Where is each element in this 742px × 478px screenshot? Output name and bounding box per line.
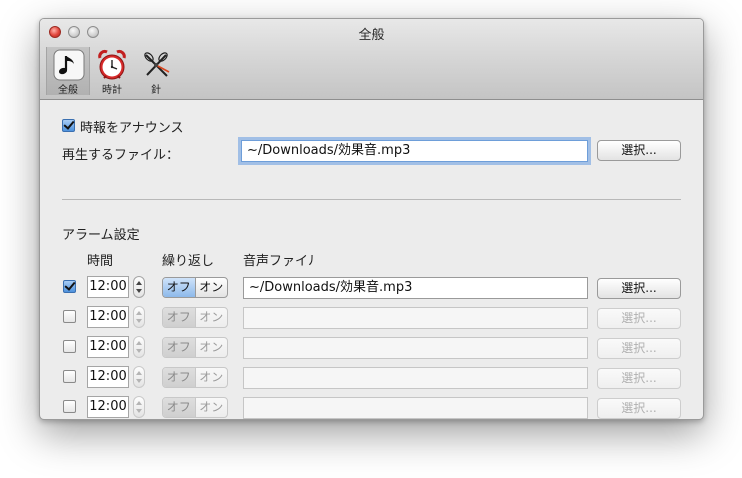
alarm-enable-checkbox[interactable] [63, 280, 76, 293]
alarm-sound-field[interactable] [243, 367, 588, 389]
clock-hands-icon [144, 52, 170, 77]
toolbar-item-hands[interactable]: 針 [134, 47, 178, 96]
time-stepper[interactable] [133, 336, 145, 358]
alarm-time-field[interactable]: 12:00 [87, 276, 129, 298]
stepper-down-icon[interactable] [136, 349, 142, 353]
alarm-sound-field[interactable] [243, 337, 588, 359]
music-note-icon [53, 49, 85, 81]
stepper-down-icon[interactable] [136, 409, 142, 413]
repeat-on-segment[interactable]: オン [196, 368, 228, 387]
column-header-sound: 音声ファイル [243, 254, 313, 269]
stepper-up-icon[interactable] [136, 281, 142, 285]
repeat-toggle[interactable]: オフ オン [162, 277, 228, 298]
stepper-up-icon[interactable] [136, 401, 142, 405]
alarm-sound-field[interactable]: ~/Downloads/効果音.mp3 [243, 277, 588, 299]
repeat-off-segment[interactable]: オフ [163, 278, 196, 297]
alarm-select-button[interactable]: 選択... [597, 278, 681, 299]
stepper-up-icon[interactable] [136, 341, 142, 345]
alarm-enable-checkbox[interactable] [63, 400, 76, 413]
alarm-sound-field[interactable] [243, 307, 588, 329]
repeat-toggle[interactable]: オフ オン [162, 367, 228, 388]
alarm-enable-checkbox[interactable] [63, 310, 76, 323]
alarm-select-button[interactable]: 選択... [597, 368, 681, 389]
repeat-off-segment[interactable]: オフ [163, 308, 196, 327]
toolbar-label-clock: 時計 [102, 85, 122, 96]
alarm-section-title: アラーム設定 [62, 228, 140, 243]
toolbar-label-general: 全般 [58, 85, 78, 96]
time-stepper[interactable] [133, 396, 145, 418]
alarm-time-field[interactable]: 12:00 [87, 366, 129, 388]
repeat-on-segment[interactable]: オン [196, 338, 228, 357]
announce-file-field[interactable]: ~/Downloads/効果音.mp3 [241, 140, 588, 162]
general-pane: 時報をアナウンス 再生するファイル： ~/Downloads/効果音.mp3 選… [40, 100, 703, 419]
column-header-repeat: 繰り返し [162, 254, 215, 269]
stepper-up-icon[interactable] [136, 311, 142, 315]
alarm-time-field[interactable]: 12:00 [87, 336, 129, 358]
repeat-off-segment[interactable]: オフ [163, 338, 196, 357]
repeat-on-segment[interactable]: オン [196, 278, 228, 297]
repeat-off-segment[interactable]: オフ [163, 368, 196, 387]
alarm-enable-checkbox[interactable] [63, 340, 76, 353]
stepper-up-icon[interactable] [136, 371, 142, 375]
file-label: 再生するファイル： [62, 148, 180, 163]
repeat-on-segment[interactable]: オン [196, 398, 228, 417]
stepper-down-icon[interactable] [136, 289, 142, 293]
alarm-sound-field[interactable] [243, 397, 588, 419]
repeat-on-segment[interactable]: オン [196, 308, 228, 327]
title-bar: 全般 全般 時計 針 [40, 19, 703, 100]
announce-select-button[interactable]: 選択... [597, 140, 681, 161]
announce-checkbox[interactable] [62, 119, 75, 132]
alarm-select-button[interactable]: 選択... [597, 398, 681, 419]
section-separator [62, 199, 681, 200]
alarm-time-field[interactable]: 12:00 [87, 396, 129, 418]
announce-label: 時報をアナウンス [80, 121, 184, 136]
alarm-clock-icon [98, 50, 126, 80]
stepper-down-icon[interactable] [136, 319, 142, 323]
toolbar-item-clock[interactable]: 時計 [90, 47, 134, 96]
alarm-time-field[interactable]: 12:00 [87, 306, 129, 328]
toolbar-label-hands: 針 [151, 85, 161, 96]
alarm-enable-checkbox[interactable] [63, 370, 76, 383]
repeat-toggle[interactable]: オフ オン [162, 397, 228, 418]
repeat-off-segment[interactable]: オフ [163, 398, 196, 417]
repeat-toggle[interactable]: オフ オン [162, 337, 228, 358]
time-stepper[interactable] [133, 366, 145, 388]
window-title: 全般 [358, 28, 385, 43]
alarm-select-button[interactable]: 選択... [597, 338, 681, 359]
time-stepper[interactable] [133, 306, 145, 328]
repeat-toggle[interactable]: オフ オン [162, 307, 228, 328]
toolbar-item-general[interactable]: 全般 [46, 47, 90, 96]
column-header-time: 時間 [87, 254, 114, 269]
time-stepper[interactable] [133, 276, 145, 298]
alarm-select-button[interactable]: 選択... [597, 308, 681, 329]
stepper-down-icon[interactable] [136, 379, 142, 383]
preferences-window: 全般 全般 時計 針 時報をアナウンス 再生するファイル： ~/Download… [39, 18, 704, 420]
